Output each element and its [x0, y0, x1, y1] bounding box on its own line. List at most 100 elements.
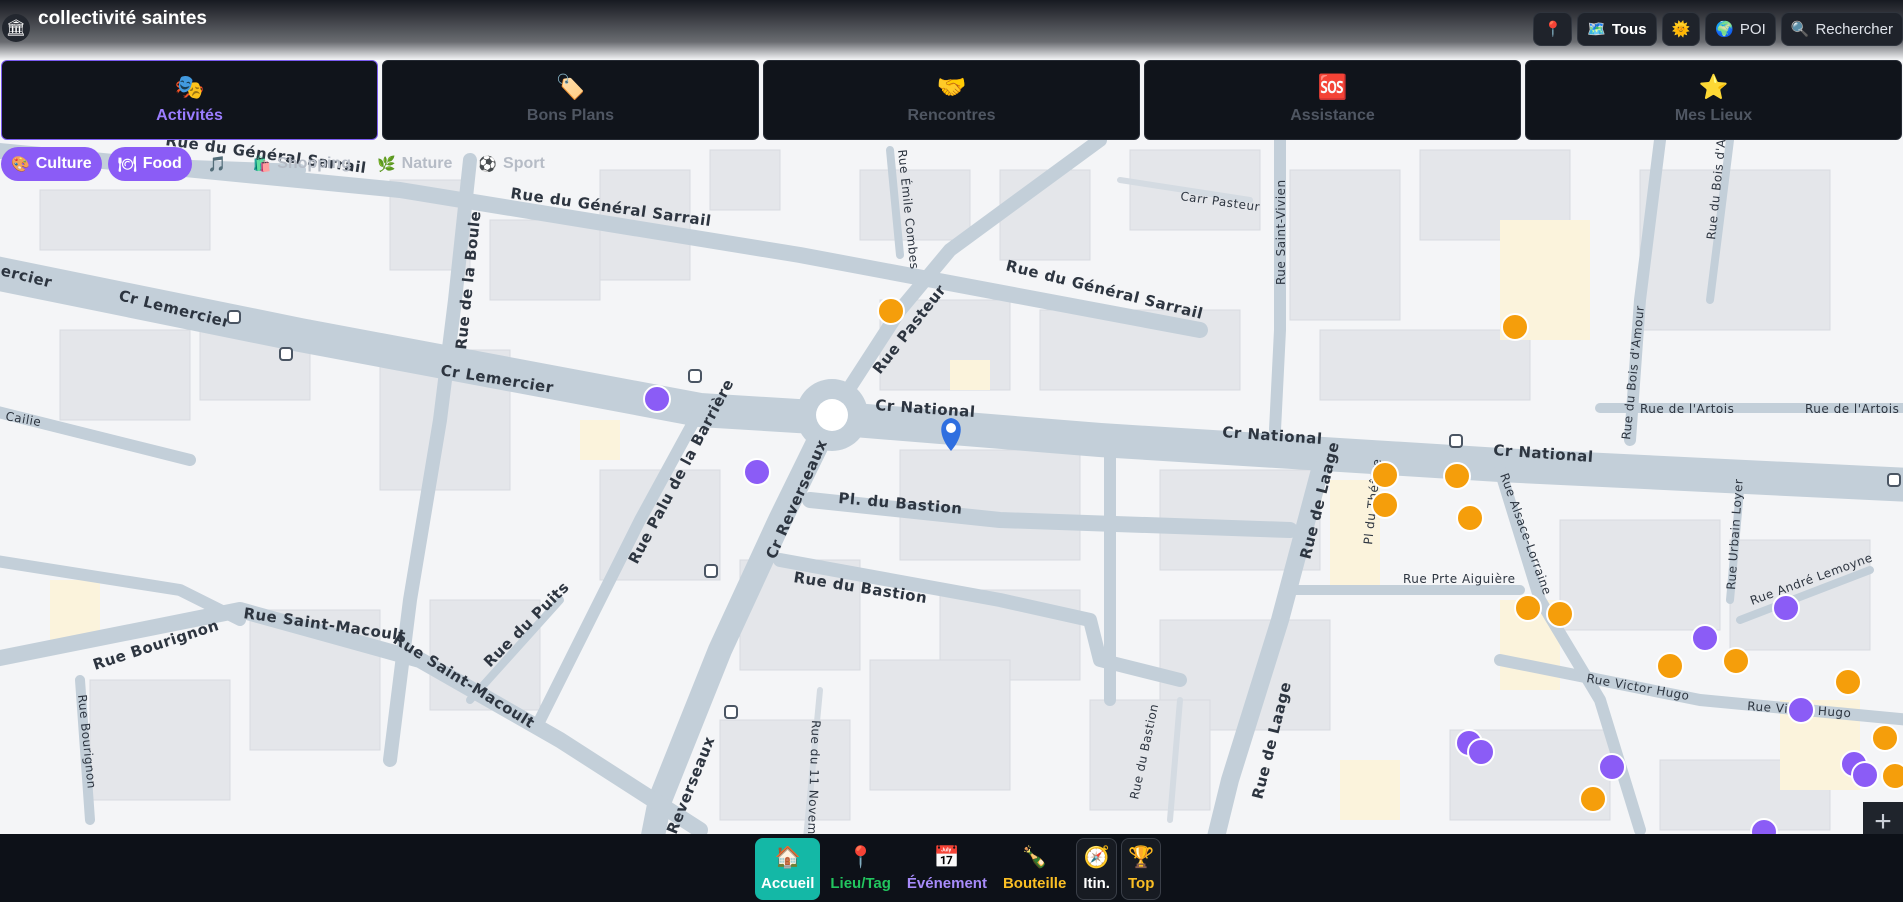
home-icon: 🏠	[774, 845, 801, 869]
bus-stop-icon	[724, 705, 738, 719]
pin-icon-button[interactable]: 📍	[1533, 12, 1573, 46]
weather-button[interactable]: 🌞	[1661, 12, 1701, 46]
food-marker[interactable]	[1456, 504, 1484, 532]
nav-label: Lieu/Tag	[830, 874, 891, 892]
music-note-icon: 🎵	[207, 156, 227, 173]
sos-icon: 🆘	[1317, 74, 1348, 101]
star-icon: ⭐	[1698, 74, 1729, 101]
tag-icon: 🏷️	[555, 74, 586, 101]
search-icon: 🔍	[1790, 21, 1810, 38]
food-marker[interactable]	[877, 297, 905, 325]
poi-label: POI	[1739, 20, 1766, 38]
tab-label: Assistance	[1290, 107, 1375, 124]
poi-button[interactable]: 🌍 POI	[1705, 12, 1776, 46]
food-marker[interactable]	[1371, 461, 1399, 489]
tab-mes-lieux[interactable]: ⭐ Mes Lieux	[1525, 60, 1902, 140]
bus-stop-icon	[227, 310, 241, 324]
tous-button[interactable]: 🗺️ Tous	[1577, 12, 1657, 46]
food-marker[interactable]	[1514, 594, 1542, 622]
culture-marker[interactable]	[1691, 624, 1719, 652]
nav-bouteille[interactable]: 🍾 Bouteille	[997, 838, 1072, 900]
nav-top[interactable]: 🏆 Top	[1120, 838, 1162, 900]
food-marker[interactable]	[1579, 785, 1607, 813]
street-label: Rue de l'Artois	[1805, 402, 1899, 416]
bus-stop-icon	[1887, 473, 1901, 487]
chip-label: Shopping	[277, 155, 351, 172]
bottom-nav: 🏠 Accueil 📍 Lieu/Tag 📅 Événement 🍾 Boute…	[755, 838, 1162, 900]
culture-marker[interactable]	[643, 385, 671, 413]
filter-sport[interactable]: ⚽ Sport	[468, 147, 554, 181]
logo-glyph: 🏛	[5, 20, 27, 37]
nav-lieu-tag[interactable]: 📍 Lieu/Tag	[824, 838, 897, 900]
trophy-icon: 🏆	[1128, 845, 1155, 869]
calendar-icon: 📅	[933, 845, 961, 869]
tab-rencontres[interactable]: 🤝 Rencontres	[763, 60, 1140, 140]
bus-stop-icon	[688, 369, 702, 383]
culture-marker[interactable]	[1467, 738, 1495, 766]
filter-music[interactable]: 🎵	[198, 147, 237, 181]
compass-icon: 🧭	[1083, 845, 1110, 869]
culture-marker[interactable]	[1772, 594, 1800, 622]
tab-label: Activités	[156, 107, 223, 124]
food-marker[interactable]	[1834, 668, 1862, 696]
bus-stop-icon	[279, 347, 293, 361]
tab-activites[interactable]: 🎭 Activités	[1, 60, 378, 140]
street-label: Rue Prte Aiguière	[1403, 572, 1516, 586]
filter-nature[interactable]: 🌿 Nature	[367, 147, 462, 181]
food-marker[interactable]	[1501, 313, 1529, 341]
tab-label: Rencontres	[907, 107, 996, 124]
app-title: collectivité saintes	[38, 8, 207, 29]
filter-food[interactable]: 🍽 Food	[107, 147, 192, 181]
plate-icon: 🍽	[117, 156, 137, 173]
culture-marker[interactable]	[1598, 753, 1626, 781]
shopping-bag-icon: 🛍️	[252, 156, 272, 173]
globe-icon: 🌍	[1715, 21, 1734, 38]
sun-icon: 🌞	[1671, 21, 1691, 38]
top-bar: 🏛 collectivité saintes 📍 🗺️ Tous 🌞 🌍 POI 🔍…	[0, 0, 1903, 60]
nav-accueil[interactable]: 🏠 Accueil	[755, 838, 821, 900]
toolbar: 📍 🗺️ Tous 🌞 🌍 POI 🔍 Rechercher	[1533, 12, 1903, 46]
category-tabs: 🎭 Activités 🏷️ Bons Plans 🤝 Rencontres 🆘…	[0, 60, 1903, 140]
search-button[interactable]: 🔍 Rechercher	[1780, 12, 1903, 46]
pin-icon: 📍	[1543, 21, 1563, 38]
food-marker[interactable]	[1881, 762, 1903, 790]
tab-label: Bons Plans	[526, 107, 615, 124]
filter-culture[interactable]: 🎨 Culture	[1, 147, 102, 181]
chip-label: Sport	[503, 155, 545, 172]
street-label: Rue de l'Artois	[1640, 402, 1734, 416]
theater-masks-icon: 🎭	[174, 74, 205, 101]
food-marker[interactable]	[1722, 647, 1750, 675]
food-marker[interactable]	[1871, 724, 1899, 752]
nav-label: Événement	[906, 874, 987, 892]
app-logo-icon[interactable]: 🏛	[2, 14, 30, 42]
culture-marker[interactable]	[743, 458, 771, 486]
pin-icon: 📍	[847, 845, 874, 869]
nav-label: Top	[1127, 874, 1155, 892]
nav-itineraire[interactable]: 🧭 Itin.	[1076, 838, 1117, 900]
map-icon: 🗺️	[1587, 21, 1606, 38]
tab-label: Mes Lieux	[1674, 107, 1753, 124]
street-label: Rue Saint-Vivien	[1274, 179, 1288, 285]
leaf-icon: 🌿	[376, 156, 396, 173]
culture-marker[interactable]	[1787, 696, 1815, 724]
food-marker[interactable]	[1546, 600, 1574, 628]
handshake-icon: 🤝	[936, 74, 967, 101]
ball-icon: ⚽	[478, 156, 498, 173]
tous-label: Tous	[1611, 20, 1647, 38]
bus-stop-icon	[704, 564, 718, 578]
food-marker[interactable]	[1371, 491, 1399, 519]
nav-label: Itin.	[1083, 874, 1110, 892]
palette-icon: 🎨	[11, 156, 30, 173]
tab-bons-plans[interactable]: 🏷️ Bons Plans	[382, 60, 759, 140]
bottle-icon: 🍾	[1021, 845, 1048, 869]
chip-label: Nature	[401, 155, 453, 172]
nav-evenement[interactable]: 📅 Événement	[901, 838, 993, 900]
filter-shopping[interactable]: 🛍️ Shopping	[243, 147, 361, 181]
chip-label: Food	[142, 155, 182, 172]
culture-marker[interactable]	[1851, 761, 1879, 789]
food-marker[interactable]	[1656, 652, 1684, 680]
roundabout-center	[816, 399, 848, 431]
food-marker[interactable]	[1443, 462, 1471, 490]
filter-chips: 🎨 Culture 🍽 Food 🎵 🛍️ Shopping 🌿 Nature ⚽ Spo…	[1, 147, 555, 181]
tab-assistance[interactable]: 🆘 Assistance	[1144, 60, 1521, 140]
